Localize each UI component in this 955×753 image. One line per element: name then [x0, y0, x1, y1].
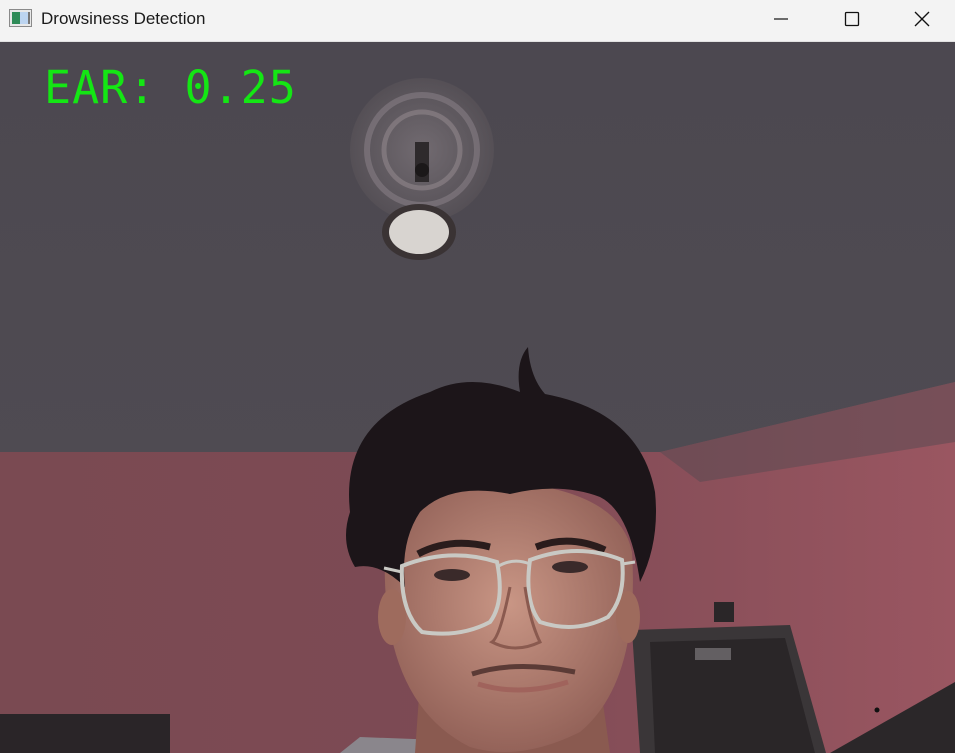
close-icon — [914, 11, 930, 27]
close-button[interactable] — [899, 0, 945, 38]
window-title: Drowsiness Detection — [41, 9, 206, 28]
app-window-icon — [9, 9, 32, 27]
maximize-icon — [844, 11, 860, 27]
webcam-frame — [0, 42, 955, 753]
ear-readout: EAR: 0.25 — [44, 61, 297, 114]
maximize-button[interactable] — [829, 0, 875, 38]
minimize-icon — [774, 18, 788, 20]
camera-feed: EAR: 0.25 — [0, 42, 955, 753]
title-bar[interactable]: Drowsiness Detection — [0, 0, 955, 42]
app-window: Drowsiness Detection EAR: 0.25 — [0, 0, 955, 753]
minimize-button[interactable] — [758, 0, 804, 38]
